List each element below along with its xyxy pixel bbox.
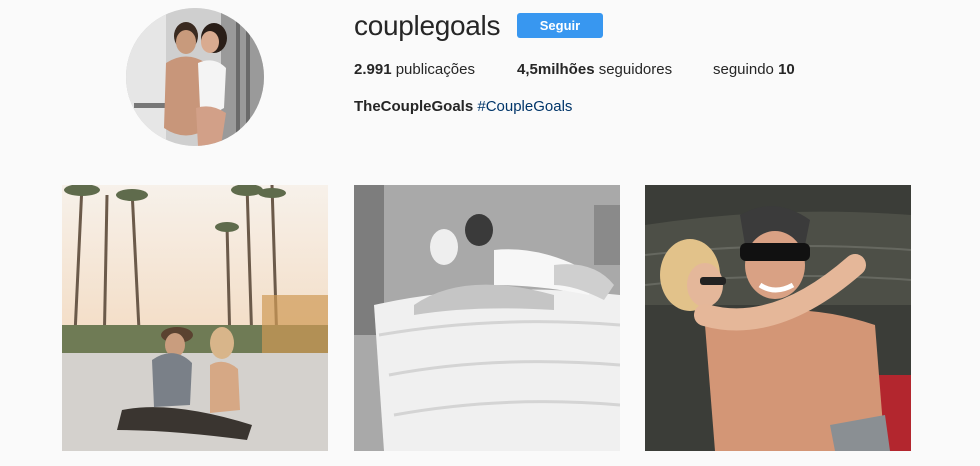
post-thumbnail[interactable] (354, 185, 620, 451)
bio-hashtag-link[interactable]: #CoupleGoals (477, 98, 572, 115)
full-name: TheCoupleGoals (354, 98, 474, 115)
avatar[interactable] (126, 8, 264, 146)
profile-bio: TheCoupleGoals #CoupleGoals (354, 98, 572, 115)
following-count: 10 (778, 61, 795, 78)
profile-photo-icon (126, 8, 264, 146)
following-stat[interactable]: seguindo 10 (713, 61, 795, 78)
followers-label: seguidores (598, 61, 673, 78)
follow-button[interactable]: Seguir (517, 13, 603, 38)
followers-count: 4,5milhões (517, 61, 595, 78)
boat-couple-photo (645, 185, 911, 451)
posts-stat[interactable]: 2.991 publicações (354, 61, 517, 78)
profile-stats: 2.991 publicações 4,5milhões seguidores … (354, 61, 795, 78)
posts-label: publicações (395, 61, 475, 78)
post-thumbnail[interactable] (62, 185, 328, 451)
username: couplegoals (354, 10, 501, 41)
post-thumbnail[interactable] (645, 185, 911, 451)
profile-page: couplegoals Seguir 2.991 publicações 4,5… (0, 0, 980, 466)
followers-stat[interactable]: 4,5milhões seguidores (517, 61, 713, 78)
bed-couple-photo (354, 185, 620, 451)
posts-count: 2.991 (354, 61, 392, 78)
beach-couple-photo (62, 185, 328, 451)
following-label: seguindo (713, 61, 774, 78)
